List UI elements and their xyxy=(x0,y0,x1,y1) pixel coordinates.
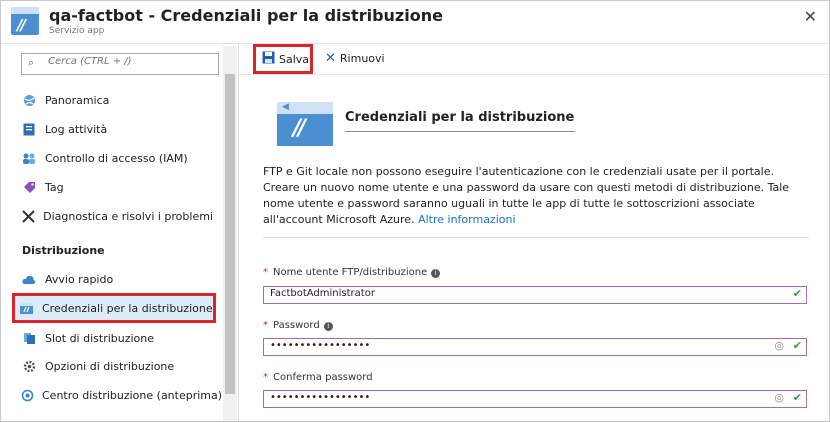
info-icon[interactable]: i xyxy=(323,322,333,331)
section-heading: Credenziali per la distribuzione xyxy=(345,110,575,125)
save-icon xyxy=(262,51,275,68)
globe-icon xyxy=(21,92,37,108)
confirm-password-label: * Conferma password xyxy=(263,372,373,383)
search-input[interactable] xyxy=(48,56,208,67)
cloud-icon xyxy=(21,271,37,287)
sidebar-item-opzioni[interactable]: Opzioni di distribuzione xyxy=(17,353,213,379)
confirm-password-field[interactable]: ◎ ✔ xyxy=(263,390,807,408)
deploy-center-icon xyxy=(21,387,34,403)
sidebar-item-panoramica[interactable]: Panoramica xyxy=(17,87,213,113)
sidebar-item-avvio-rapido[interactable]: Avvio rapido xyxy=(17,266,213,292)
sidebar: ⌕ « Panoramica Log attività Controllo di… xyxy=(1,44,239,421)
save-label: Salva xyxy=(279,52,310,66)
sidebar-scrollbar[interactable] xyxy=(223,46,237,421)
tools-icon xyxy=(21,208,35,224)
username-field[interactable]: ✔ xyxy=(263,286,807,304)
command-bar: Salva ✕ Rimuovi xyxy=(239,44,829,75)
password-field[interactable]: ◎ ✔ xyxy=(263,338,807,356)
remove-button[interactable]: ✕ Rimuovi xyxy=(325,44,385,72)
save-button[interactable]: Salva xyxy=(253,44,313,74)
sidebar-item-diagnostica[interactable]: Diagnostica e risolvi i problemi xyxy=(17,203,213,229)
title-bar: // qa-factbot - Credenziali per la distr… xyxy=(1,1,829,44)
tag-icon xyxy=(21,179,37,195)
page-subtitle: Servizio app xyxy=(49,26,105,36)
gear-icon xyxy=(21,358,37,374)
reveal-password-icon[interactable]: ◎ xyxy=(774,339,784,352)
people-icon xyxy=(21,150,37,166)
slots-icon xyxy=(21,330,37,346)
sidebar-item-credenziali[interactable]: Credenziali per la distribuzione xyxy=(12,293,216,323)
description-text: FTP e Git locale non possono eseguire l'… xyxy=(263,165,790,226)
divider xyxy=(263,237,809,238)
page-title: qa-factbot - Credenziali per la distribu… xyxy=(49,6,443,25)
app-service-icon: // xyxy=(11,7,39,35)
sidebar-item-centro-distribuzione[interactable]: Centro distribuzione (anteprima) xyxy=(17,382,222,408)
username-input[interactable] xyxy=(270,288,760,299)
close-icon[interactable]: ✕ xyxy=(804,7,817,26)
credentials-icon xyxy=(18,300,34,316)
valid-check-icon: ✔ xyxy=(792,287,802,300)
credentials-hero-icon: ◀// xyxy=(277,102,333,146)
main-panel: Salva ✕ Rimuovi ◀// Credenziali per la d… xyxy=(239,44,829,421)
scrollbar-thumb[interactable] xyxy=(225,74,235,394)
password-label: * Password i xyxy=(263,320,333,331)
search-icon: ⌕ xyxy=(28,56,35,69)
sidebar-item-log-attivita[interactable]: Log attività xyxy=(17,116,213,142)
sidebar-item-slot[interactable]: Slot di distribuzione xyxy=(17,325,213,351)
reveal-password-icon[interactable]: ◎ xyxy=(774,391,784,404)
app-window: // qa-factbot - Credenziali per la distr… xyxy=(0,0,830,422)
valid-check-icon: ✔ xyxy=(792,339,802,352)
username-label: * Nome utente FTP/distribuzione i xyxy=(263,267,441,278)
remove-icon: ✕ xyxy=(325,50,336,66)
sidebar-item-controllo-accesso[interactable]: Controllo di accesso (IAM) xyxy=(17,145,213,171)
search-box[interactable]: ⌕ xyxy=(21,53,219,75)
password-input[interactable] xyxy=(270,340,760,351)
heading-underline xyxy=(345,131,575,132)
info-icon[interactable]: i xyxy=(431,269,441,278)
remove-label: Rimuovi xyxy=(339,51,385,65)
log-icon xyxy=(21,121,37,137)
section-title-distribuzione: Distribuzione xyxy=(22,244,105,257)
sidebar-item-tag[interactable]: Tag xyxy=(17,174,213,200)
more-info-link[interactable]: Altre informazioni xyxy=(418,213,515,226)
confirm-password-input[interactable] xyxy=(270,392,760,403)
valid-check-icon: ✔ xyxy=(792,391,802,404)
